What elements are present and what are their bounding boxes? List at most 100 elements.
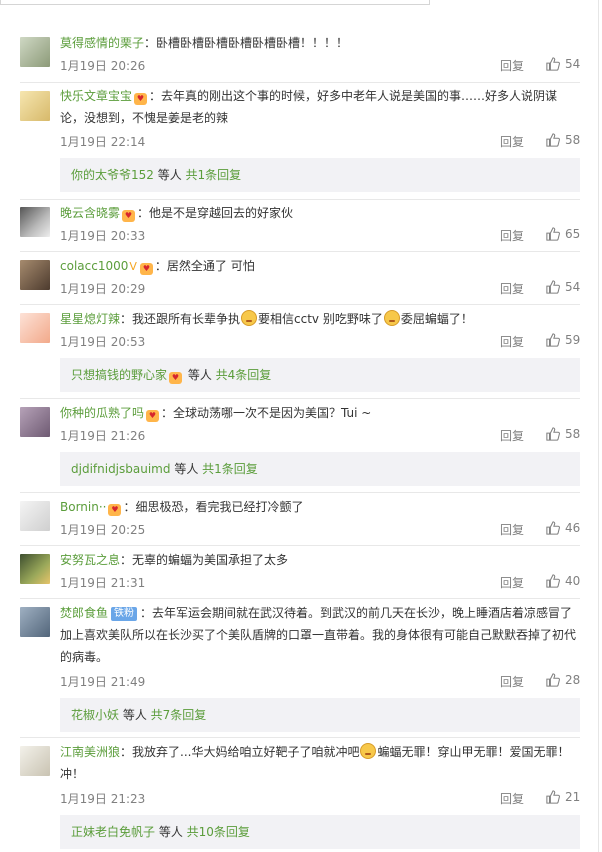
comment-text: 你种的瓜熟了吗 ♥ ：全球动荡哪一次不是因为美国？Tui ~ [60, 402, 580, 424]
username-link[interactable]: 晚云含晓雾 [60, 206, 120, 220]
like-count: 54 [565, 280, 581, 294]
username-link[interactable]: 安努瓦之息 [60, 553, 120, 567]
thumbs-up-icon[interactable] [546, 133, 560, 147]
reply-button[interactable]: 回复 [500, 57, 524, 74]
sub-replies-box[interactable]: 正妹老白免帆子 等人 共10条回复 [60, 815, 580, 849]
avatar[interactable] [20, 207, 50, 237]
comment-input-edge[interactable] [0, 0, 430, 5]
grin-emoji-icon [360, 743, 377, 759]
username-link[interactable]: 快乐文章宝宝 [60, 89, 132, 103]
comment-text: 焚郎食鱼 铁粉 ：去年军运会期间就在武汉待着。到武汉的前几天在长沙，晚上睡酒店着凉感… [60, 602, 580, 668]
avatar[interactable] [20, 607, 50, 637]
comment-body: ：去年真的刚出这个事的时候，好多中老年人说是美国的事……好多人说阴谋 [149, 89, 558, 103]
sub-reply-text: 等人 [184, 368, 216, 382]
comment-text: 星星熄灯辣：我还跟所有长辈争执 要相信cctv 别吃野味了 委屈蝙蝠了！ [60, 308, 580, 330]
reply-button[interactable]: 回复 [500, 333, 524, 350]
comment-text: 莫得感情的栗子：卧槽卧槽卧槽卧槽卧槽卧槽！！！！ [60, 32, 580, 54]
reply-button[interactable]: 回复 [500, 280, 524, 297]
sub-reply-user[interactable]: 只想搞钱的野心家 [71, 368, 167, 382]
reply-button[interactable]: 回复 [500, 133, 524, 150]
username-link[interactable]: 焚郎食鱼 [60, 606, 108, 620]
comment-time: 1月19日 21:49 [60, 675, 146, 689]
thumbs-up-icon[interactable] [546, 280, 560, 294]
comment-body: ：卧槽卧槽卧槽卧槽卧槽卧槽！！！！ [144, 36, 349, 50]
divider [20, 199, 580, 200]
thumbs-up-icon[interactable] [546, 427, 560, 441]
avatar[interactable] [20, 37, 50, 67]
sub-reply-user[interactable]: 正妹老白免帆子 [71, 825, 155, 839]
comment-body: ：细思极恐，看完我已经打冷颤了 [123, 500, 304, 514]
more-replies-link[interactable]: 共10条回复 [187, 825, 250, 839]
scroll-edge [598, 0, 599, 852]
comment-time: 1月19日 20:25 [60, 523, 146, 537]
thumbs-up-icon[interactable] [546, 521, 560, 535]
fan-badge: 铁粉 [111, 607, 138, 621]
sub-replies-box[interactable]: djdifnidjsbauimd 等人 共1条回复 [60, 452, 580, 486]
comment-body: 的病毒。 [60, 650, 109, 664]
comment-text: 江南美洲狼：我放弃了...华大妈给咱立好靶子了咱就冲吧 蝙蝠无罪！穿山甲无罪！爱国… [60, 741, 580, 785]
fan-medal-icon: ♥ [134, 93, 148, 105]
divider [20, 304, 580, 305]
comment-body: ：我放弃了...华大妈给咱立好靶子了咱就冲吧 [120, 745, 360, 759]
comment-time: 1月19日 21:31 [60, 576, 146, 590]
avatar[interactable] [20, 746, 50, 776]
smile-emoji-icon [383, 310, 400, 326]
reply-button[interactable]: 回复 [500, 574, 524, 591]
comment-text: 快乐文章宝宝 ♥ ：去年真的刚出这个事的时候，好多中老年人说是美国的事……好多人说阴… [60, 85, 580, 129]
thumbs-up-icon[interactable] [546, 227, 560, 241]
more-replies-link[interactable]: 共7条回复 [151, 708, 207, 722]
comment-body: ：无辜的蝙蝠为美国承担了太多 [120, 553, 289, 567]
top-strip [0, 0, 602, 18]
like-count: 28 [565, 673, 581, 687]
comment-body: 委屈蝙蝠了！ [400, 312, 473, 326]
comment-text: 安努瓦之息：无辜的蝙蝠为美国承担了太多 [60, 549, 580, 571]
more-replies-link[interactable]: 共4条回复 [216, 368, 272, 382]
thumbs-up-icon[interactable] [546, 57, 560, 71]
divider [20, 492, 580, 493]
reply-button[interactable]: 回复 [500, 673, 524, 690]
divider [20, 398, 580, 399]
v-badge-icon: V [129, 260, 137, 273]
reply-button[interactable]: 回复 [500, 790, 524, 807]
thumbs-up-icon[interactable] [546, 574, 560, 588]
avatar[interactable] [20, 554, 50, 584]
comment-text: Bornin·· ♥ ：细思极恐，看完我已经打冷颤了 [60, 496, 580, 518]
comment-time: 1月19日 20:53 [60, 335, 146, 349]
avatar[interactable] [20, 313, 50, 343]
reply-button[interactable]: 回复 [500, 427, 524, 444]
thumbs-up-icon[interactable] [546, 673, 560, 687]
sub-replies-box[interactable]: 你的太爷爷152 等人 共1条回复 [60, 158, 580, 192]
sub-reply-user[interactable]: 你的太爷爷152 [71, 168, 154, 182]
reply-button[interactable]: 回复 [500, 227, 524, 244]
avatar[interactable] [20, 501, 50, 531]
username-link[interactable]: colacc1000 [60, 259, 128, 273]
sub-reply-user[interactable]: djdifnidjsbauimd [71, 462, 171, 476]
like-count: 58 [565, 427, 581, 441]
more-replies-link[interactable]: 共1条回复 [202, 462, 258, 476]
thumbs-up-icon[interactable] [546, 790, 560, 804]
sub-replies-box[interactable]: 花椒小妖 等人 共7条回复 [60, 698, 580, 732]
comment-body: 要相信cctv 别吃野味了 [258, 312, 383, 326]
sub-replies-box[interactable]: 只想搞钱的野心家 ♥ 等人 共4条回复 [60, 358, 580, 392]
more-replies-link[interactable]: 共1条回复 [186, 168, 242, 182]
divider [20, 598, 580, 599]
avatar[interactable] [20, 260, 50, 290]
divider [20, 545, 580, 546]
fan-medal-icon: ♥ [146, 410, 160, 422]
like-count: 46 [565, 521, 581, 535]
thumbs-up-icon[interactable] [546, 333, 560, 347]
comment-time: 1月19日 22:14 [60, 135, 146, 149]
avatar[interactable] [20, 407, 50, 437]
fan-medal-icon: ♥ [169, 372, 183, 384]
username-link[interactable]: 你种的瓜熟了吗 [60, 406, 144, 420]
username-link[interactable]: 星星熄灯辣 [60, 312, 120, 326]
comment-body: ：我还跟所有长辈争执 [120, 312, 241, 326]
reply-button[interactable]: 回复 [500, 521, 524, 538]
username-link[interactable]: 莫得感情的栗子 [60, 36, 144, 50]
like-count: 59 [565, 333, 581, 347]
avatar[interactable] [20, 91, 50, 121]
username-link[interactable]: 江南美洲狼 [60, 745, 120, 759]
username-link[interactable]: Bornin·· [60, 500, 106, 514]
comment-body: ：去年军运会期间就在武汉待着。到武汉的前几天在长沙，晚上睡酒店着凉感冒了 [140, 606, 573, 620]
sub-reply-user[interactable]: 花椒小妖 [71, 708, 119, 722]
